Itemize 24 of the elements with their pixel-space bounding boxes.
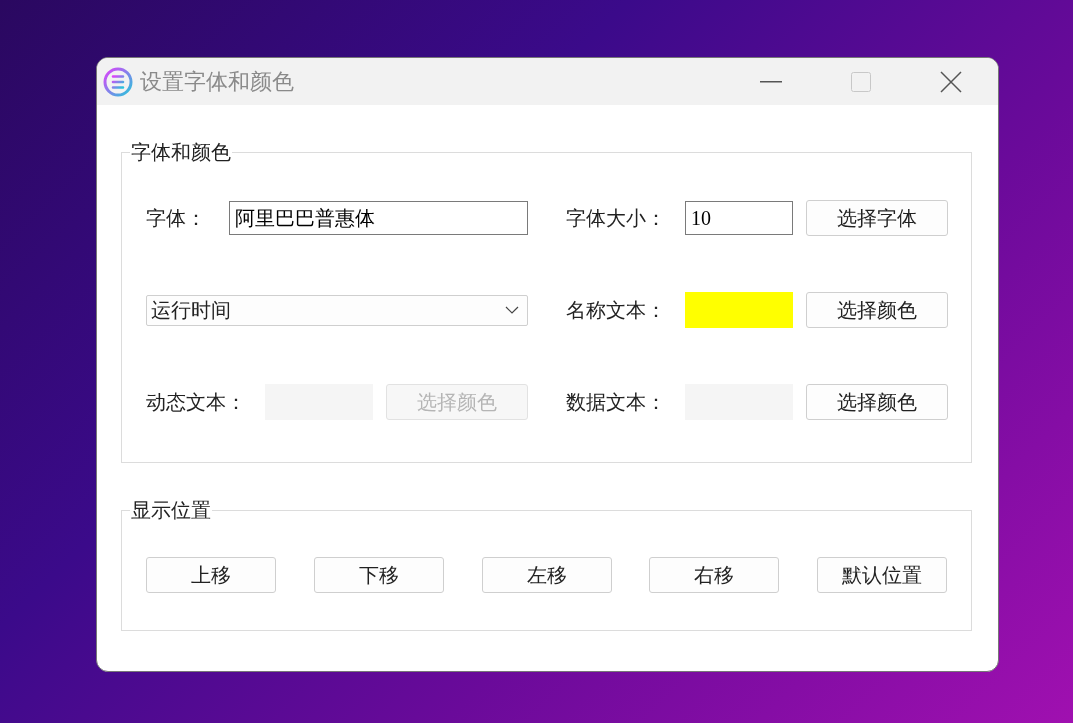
move-button[interactable]: 右移 <box>649 557 780 593</box>
choose-color-button[interactable]: 选择颜色 <box>806 384 948 420</box>
move-button[interactable]: 左移 <box>481 557 612 593</box>
text-type-dropdown[interactable]: 运行时间 <box>146 294 528 326</box>
move-button[interactable]: 上移 <box>146 557 276 593</box>
color-label: 名称文本： <box>566 297 667 323</box>
minimize-icon <box>760 80 782 83</box>
group-title: 字体和颜色 <box>130 141 232 163</box>
maximize-icon <box>851 71 871 92</box>
choose-color-button[interactable]: 选择颜色 <box>806 292 948 328</box>
chevron-down-icon <box>505 306 519 314</box>
color-label: 数据文本： <box>566 389 667 415</box>
font-field[interactable]: 阿里巴巴普惠体 <box>229 201 528 235</box>
font-label: 字体： <box>146 205 207 231</box>
app-logo-icon <box>102 65 134 98</box>
close-icon <box>940 70 962 93</box>
choose-font-button[interactable]: 选择字体 <box>806 200 948 236</box>
window-title: 设置字体和颜色 <box>140 67 295 96</box>
font-size-field[interactable]: 10 <box>685 201 793 235</box>
font-size-label: 字体大小： <box>566 205 667 231</box>
group-title: 显示位置 <box>130 499 212 521</box>
move-button[interactable]: 下移 <box>313 557 444 593</box>
move-button[interactable]: 默认位置 <box>817 557 947 593</box>
color-label: 动态文本： <box>146 389 247 415</box>
